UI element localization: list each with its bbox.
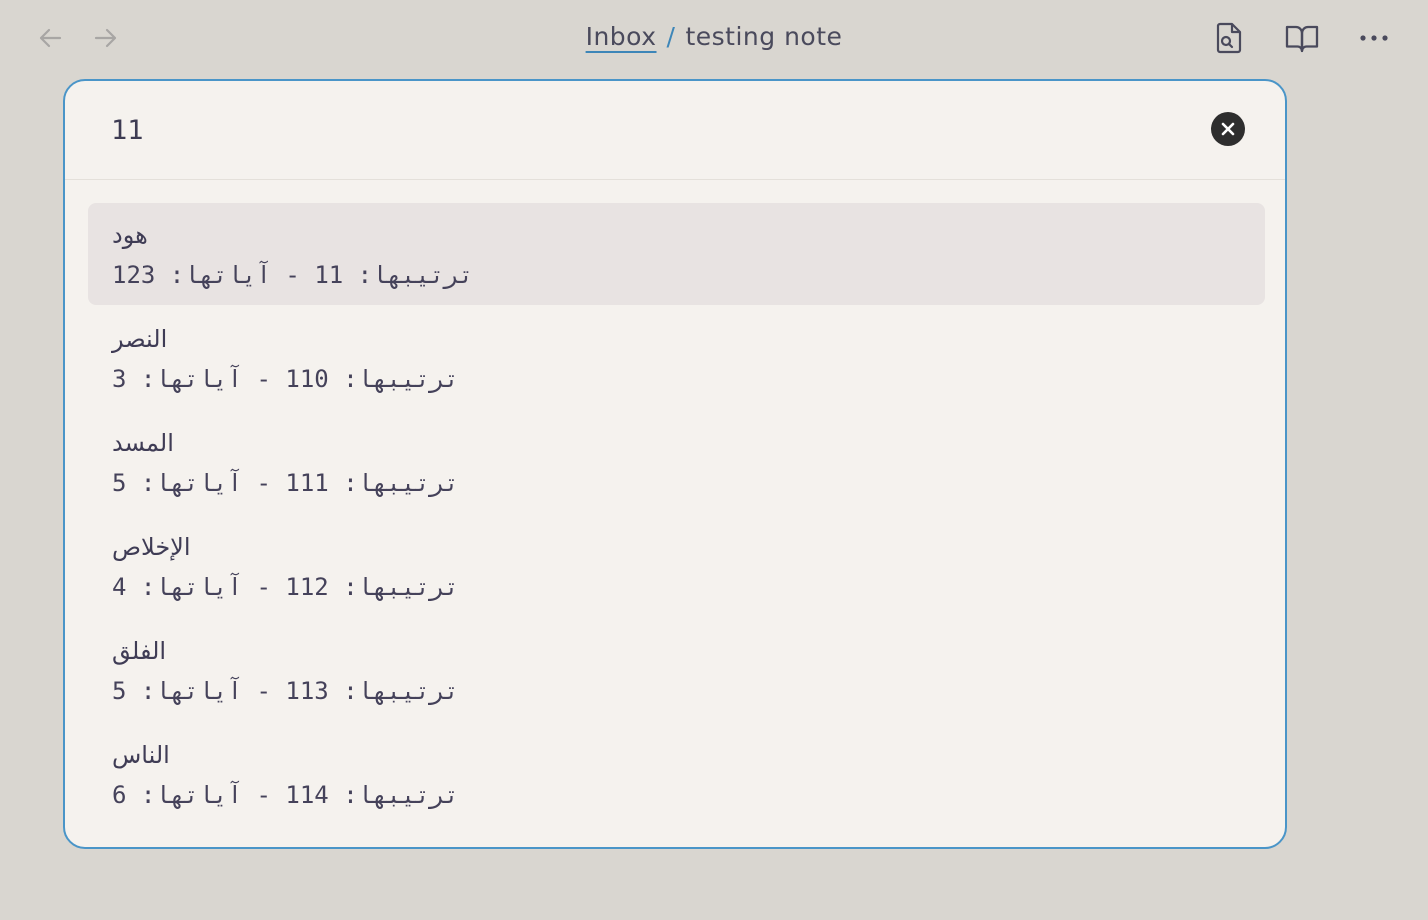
more-horizontal-icon	[1360, 35, 1388, 41]
result-item[interactable]: النصر ترتيبها: 110 - آياتها: 3	[88, 307, 1265, 409]
close-icon	[1221, 122, 1235, 136]
breadcrumb-separator: /	[666, 22, 676, 51]
file-search-icon	[1216, 22, 1242, 54]
result-item[interactable]: الإخلاص ترتيبها: 112 - آياتها: 4	[88, 515, 1265, 617]
result-title: هود	[112, 221, 148, 249]
breadcrumb-folder-link[interactable]: Inbox	[586, 22, 657, 51]
reading-view-button[interactable]	[1282, 18, 1322, 58]
result-title: الفلق	[112, 637, 167, 665]
search-input[interactable]	[111, 109, 1191, 151]
file-search-button[interactable]	[1209, 18, 1249, 58]
result-item[interactable]: الفلق ترتيبها: 113 - آياتها: 5	[88, 619, 1265, 721]
results-list: هود ترتيبها: 11 - آياتها: 123 النصر ترتي…	[88, 203, 1265, 827]
title-bar: Inbox / testing note	[0, 0, 1428, 76]
result-subtitle: ترتيبها: 110 - آياتها: 3	[112, 365, 459, 393]
result-title: المسد	[112, 429, 174, 457]
result-subtitle: ترتيبها: 114 - آياتها: 6	[112, 781, 459, 809]
result-title: الناس	[112, 741, 170, 769]
result-subtitle: ترتيبها: 111 - آياتها: 5	[112, 469, 459, 497]
more-options-button[interactable]	[1354, 18, 1394, 58]
result-item[interactable]: هود ترتيبها: 11 - آياتها: 123	[88, 203, 1265, 305]
open-book-icon	[1285, 25, 1319, 53]
search-bar	[65, 81, 1285, 180]
result-title: النصر	[112, 325, 168, 353]
result-title: الإخلاص	[112, 533, 191, 561]
result-subtitle: ترتيبها: 11 - آياتها: 123	[112, 261, 474, 289]
clear-search-button[interactable]	[1211, 112, 1245, 146]
breadcrumb-note-title[interactable]: testing note	[685, 22, 842, 51]
result-subtitle: ترتيبها: 113 - آياتها: 5	[112, 677, 459, 705]
result-item[interactable]: الناس ترتيبها: 114 - آياتها: 6	[88, 723, 1265, 825]
search-modal: هود ترتيبها: 11 - آياتها: 123 النصر ترتي…	[63, 79, 1287, 849]
result-item[interactable]: المسد ترتيبها: 111 - آياتها: 5	[88, 411, 1265, 513]
result-subtitle: ترتيبها: 112 - آياتها: 4	[112, 573, 459, 601]
